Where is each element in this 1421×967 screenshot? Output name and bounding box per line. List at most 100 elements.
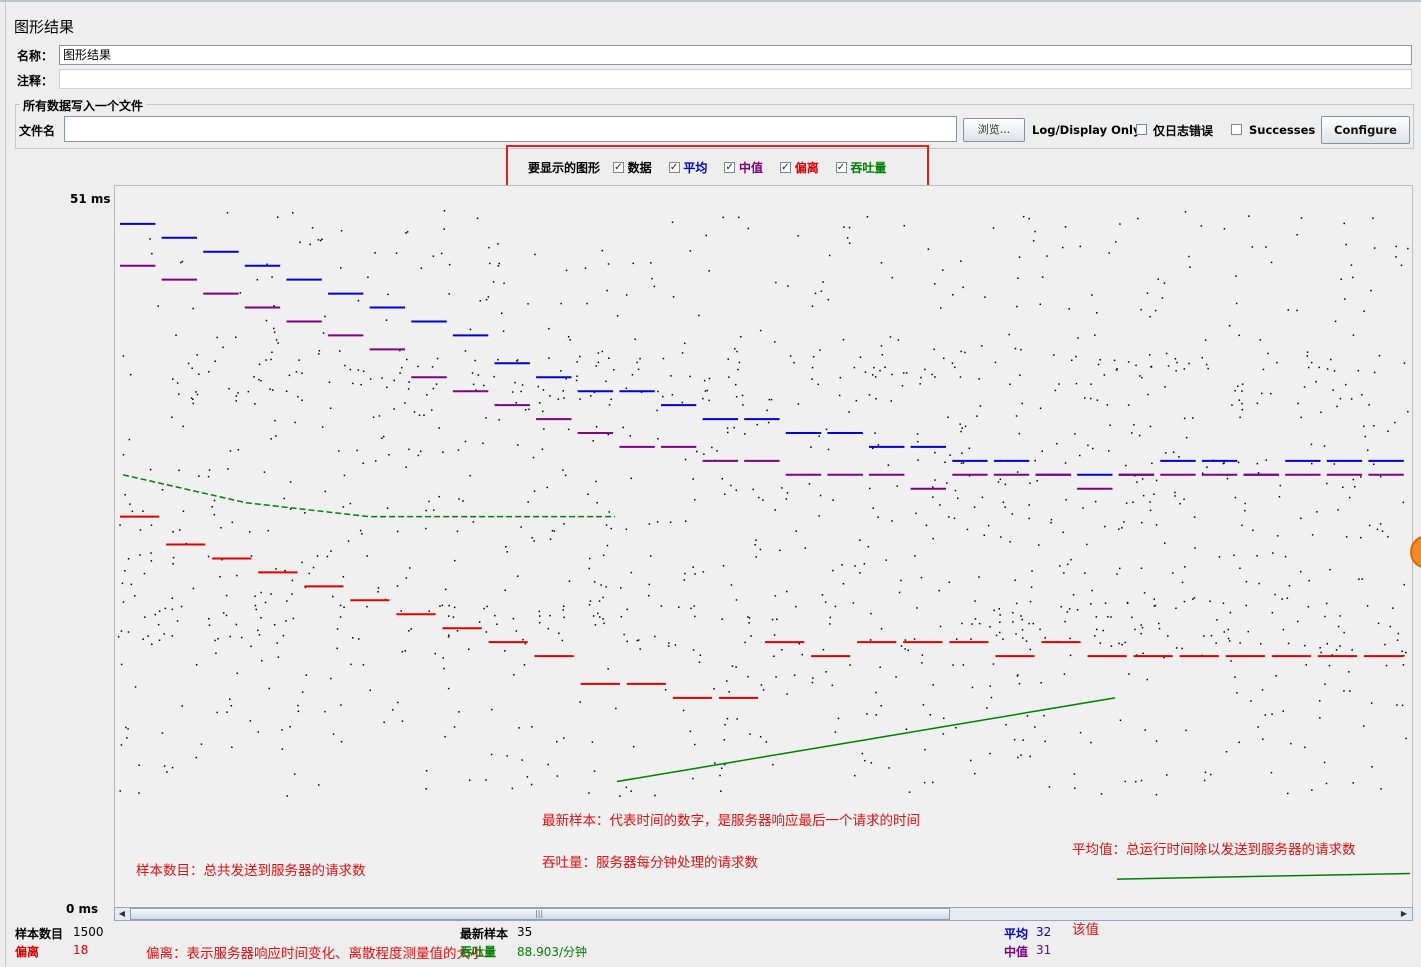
median-checkbox[interactable]: ✓ — [724, 162, 736, 173]
data-point — [330, 677, 332, 680]
data-point — [1084, 397, 1086, 399]
data-point — [1046, 255, 1048, 257]
successes-checkbox[interactable] — [1231, 124, 1242, 135]
data-point — [1323, 445, 1326, 447]
average-checkbox[interactable]: ✓ — [668, 162, 680, 173]
data-point — [1304, 644, 1306, 647]
data-point — [395, 252, 398, 254]
data-point — [547, 627, 550, 630]
data-point — [181, 705, 183, 707]
data-point — [1158, 622, 1160, 625]
data-point — [672, 296, 675, 298]
data-point — [1320, 651, 1322, 654]
data-point — [428, 610, 430, 612]
scroll-left-arrow-icon[interactable]: ◀ — [116, 908, 128, 920]
data-point — [1311, 534, 1314, 536]
data-point — [410, 628, 412, 630]
data-point — [622, 426, 624, 429]
data-point — [660, 605, 663, 607]
data-point — [866, 713, 868, 715]
data-point — [217, 638, 219, 640]
comment-label: 注释： — [17, 74, 54, 88]
data-point — [436, 357, 439, 360]
data-point — [648, 594, 650, 597]
data-point — [1239, 567, 1241, 569]
data-point — [273, 305, 275, 307]
data-point — [960, 350, 962, 353]
data-point — [625, 294, 628, 296]
data-point — [1079, 454, 1081, 457]
data-point — [332, 595, 334, 598]
data-point — [875, 714, 878, 716]
data-point — [453, 726, 456, 728]
data-point — [999, 614, 1001, 616]
data-point — [873, 366, 875, 369]
data-point — [879, 666, 881, 668]
data-point — [1090, 383, 1092, 385]
configure-button[interactable]: Configure — [1321, 116, 1410, 144]
data-point — [1315, 381, 1317, 383]
data-point — [1095, 616, 1098, 618]
data-point — [714, 762, 716, 764]
data-point — [1230, 660, 1232, 662]
throughput-checkbox[interactable]: ✓ — [835, 162, 847, 173]
data-point — [119, 790, 121, 792]
browse-button[interactable]: 浏览... — [963, 118, 1025, 142]
data-point — [342, 506, 345, 508]
data-point — [1256, 462, 1259, 465]
data-point — [755, 539, 757, 541]
data-point — [1396, 639, 1399, 641]
name-field[interactable]: 图形结果 — [59, 45, 1412, 65]
data-point — [771, 618, 774, 621]
data-point — [605, 586, 607, 588]
data-point — [1233, 554, 1235, 556]
data-point — [866, 216, 869, 218]
data-point — [1069, 637, 1071, 640]
data-point — [338, 450, 340, 452]
data-point — [1064, 620, 1066, 623]
data-point — [854, 774, 856, 777]
data-point — [352, 637, 354, 639]
data-point — [907, 649, 909, 651]
deviation-checkbox[interactable]: ✓ — [779, 162, 791, 173]
errors-only-label: 仅日志错误 — [1153, 124, 1214, 138]
data-point — [1058, 383, 1060, 385]
data-point — [172, 556, 175, 559]
data-point — [400, 610, 402, 612]
data-point — [120, 744, 123, 746]
data-point — [978, 622, 981, 625]
data-point — [870, 612, 872, 615]
data-point — [1373, 463, 1375, 465]
filename-input[interactable] — [64, 116, 957, 142]
data-point — [1368, 524, 1371, 527]
scroll-right-arrow-icon[interactable]: ▶ — [1398, 908, 1410, 920]
data-point — [1175, 607, 1177, 609]
data-point — [1013, 738, 1016, 741]
data-point — [401, 650, 404, 653]
data-point — [270, 358, 272, 361]
data-point — [837, 717, 840, 720]
data-point — [955, 727, 957, 729]
data-point — [1050, 518, 1053, 521]
data-point — [340, 230, 343, 232]
data-checkbox[interactable]: ✓ — [612, 162, 624, 173]
data-point — [785, 498, 788, 500]
data-point — [444, 588, 447, 591]
data-point — [563, 616, 565, 619]
data-point — [605, 524, 608, 526]
data-point — [932, 684, 934, 686]
data-point — [623, 633, 625, 636]
data-point — [277, 216, 279, 218]
comment-field[interactable] — [59, 69, 1412, 89]
data-point — [1264, 714, 1266, 716]
data-point — [843, 226, 845, 228]
data-point — [448, 293, 450, 295]
data-point — [383, 721, 385, 723]
data-point — [1104, 525, 1106, 528]
data-point — [1174, 358, 1177, 360]
data-point — [120, 663, 123, 666]
errors-only-checkbox[interactable] — [1136, 124, 1147, 135]
data-point — [1113, 359, 1116, 362]
data-point — [438, 427, 440, 429]
data-point — [433, 509, 435, 511]
